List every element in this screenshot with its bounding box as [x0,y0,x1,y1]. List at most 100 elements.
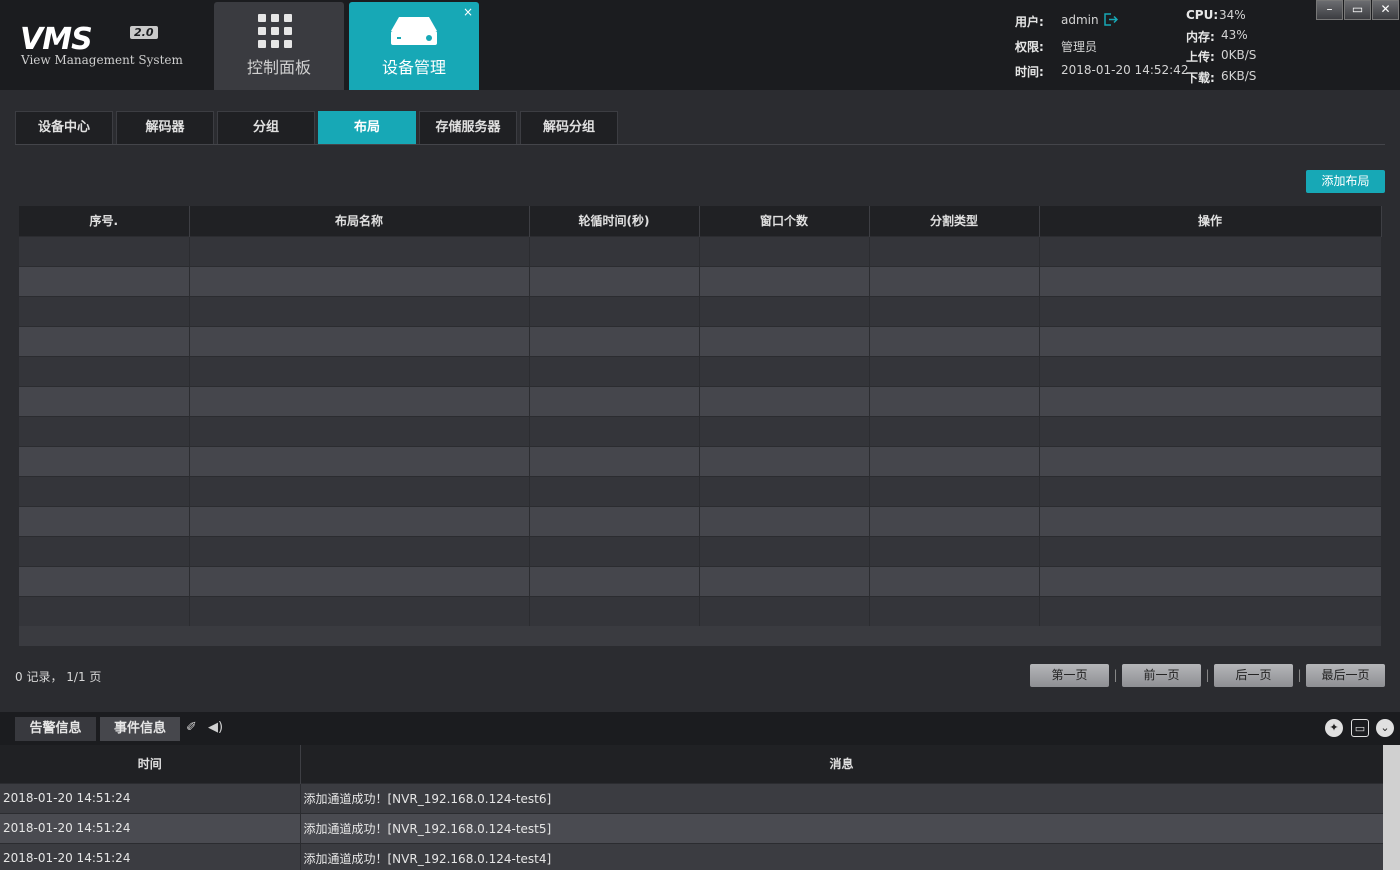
table-cell [1039,415,1382,446]
download-label: 下载: [1186,71,1215,85]
table-cell [1039,535,1382,566]
upload-label: 上传: [1186,50,1215,64]
table-cell [699,325,870,356]
col-header-actions[interactable]: 操作 [1039,206,1382,236]
subtab-decode-group[interactable]: 解码分组 [520,111,618,144]
subtab-layout[interactable]: 布局 [318,111,416,144]
log-scrollbar[interactable] [1383,745,1400,870]
table-cell [1039,265,1382,296]
table-cell [1039,385,1382,416]
table-cell [19,565,190,596]
speaker-icon[interactable]: ◀) [208,720,223,735]
table-cell [869,265,1040,296]
maximize-panel-icon[interactable]: ▭ [1351,719,1369,737]
table-cell [19,415,190,446]
col-header-index[interactable]: 序号. [19,206,190,236]
table-cell [869,595,1040,626]
table-cell [19,445,190,476]
col-header-split-type[interactable]: 分割类型 [869,206,1040,236]
table-row [19,475,1382,506]
tab-alarm-info[interactable]: 告警信息 [15,717,96,741]
table-cell [529,325,700,356]
role-value: 管理员 [1061,40,1098,54]
col-header-layout-name[interactable]: 布局名称 [189,206,530,236]
col-header-message[interactable]: 消息 [300,745,1384,783]
table-cell [1039,355,1382,386]
pin-icon[interactable]: ✦ [1325,719,1343,737]
subtab-storage-server[interactable]: 存储服务器 [419,111,517,144]
table-cell [189,445,530,476]
last-page-button[interactable]: 最后一页 [1306,664,1385,687]
memory-value: 43% [1221,28,1248,42]
table-cell [869,415,1040,446]
table-cell [1039,505,1382,536]
logout-icon[interactable] [1104,13,1118,26]
table-cell [529,535,700,566]
table-cell [699,415,870,446]
table-cell [699,385,870,416]
table-cell [19,235,190,266]
table-header-row: 序号. 布局名称 轮循时间(秒) 窗口个数 分割类型 操作 [19,206,1382,236]
first-page-button[interactable]: 第一页 [1030,664,1109,687]
table-cell [189,505,530,536]
subtab-decoder[interactable]: 解码器 [116,111,214,144]
table-cell [699,235,870,266]
table-row[interactable]: 2018-01-20 14:51:24 添加通道成功！[NVR_192.168.… [0,782,1384,813]
table-cell [19,265,190,296]
subtab-device-center[interactable]: 设备中心 [15,111,113,144]
tab-dashboard[interactable]: 控制面板 [214,2,344,90]
table-row [19,505,1382,536]
tab-close-icon[interactable]: × [463,5,473,19]
table-cell [529,595,700,626]
add-layout-button[interactable]: 添加布局 [1306,170,1385,193]
table-cell [869,325,1040,356]
table-cell [529,385,700,416]
table-cell [1039,565,1382,596]
table-row [19,355,1382,386]
next-page-button[interactable]: 后一页 [1214,664,1293,687]
clear-broom-icon[interactable]: ✐ [186,720,197,735]
restore-button[interactable]: ▭ [1344,0,1371,20]
collapse-icon[interactable]: ⌄ [1376,719,1394,737]
table-cell [699,445,870,476]
divider: | [1297,668,1302,682]
table-cell [699,295,870,326]
tab-event-info[interactable]: 事件信息 [100,717,180,741]
logo-subtitle: View Management System [21,53,183,67]
tab-device-management[interactable]: 设备管理 × [349,2,479,90]
table-cell [529,355,700,386]
tab-dashboard-label: 控制面板 [246,58,311,77]
table-cell [1039,295,1382,326]
subtab-group[interactable]: 分组 [217,111,315,144]
logo-version: 2.0 [130,26,158,39]
col-header-time[interactable]: 时间 [0,745,301,783]
table-cell [189,355,530,386]
table-cell [699,595,870,626]
divider [15,144,1385,145]
minimize-button[interactable]: – [1316,0,1343,20]
user-value: admin [1061,13,1099,27]
cpu-label: CPU: [1186,8,1219,22]
table-row [19,325,1382,356]
upload-value: 0KB/S [1221,48,1257,62]
table-cell [19,505,190,536]
time-label: 时间: [1015,65,1044,79]
log-time: 2018-01-20 14:51:24 [0,812,301,843]
table-cell [699,565,870,596]
table-cell [1039,595,1382,626]
table-cell [699,535,870,566]
table-cell [19,355,190,386]
close-button[interactable]: ✕ [1372,0,1399,20]
prev-page-button[interactable]: 前一页 [1122,664,1201,687]
col-header-window-count[interactable]: 窗口个数 [699,206,870,236]
table-row [19,565,1382,596]
col-header-poll-time[interactable]: 轮循时间(秒) [529,206,700,236]
window-controls: – ▭ ✕ [1315,0,1399,20]
table-row[interactable]: 2018-01-20 14:51:24 添加通道成功！[NVR_192.168.… [0,842,1384,870]
table-cell [529,265,700,296]
table-row[interactable]: 2018-01-20 14:51:24 添加通道成功！[NVR_192.168.… [0,812,1384,843]
table-cell [1039,475,1382,506]
logo-text: VMS [20,22,93,57]
log-message: 添加通道成功！[NVR_192.168.0.124-test6] [300,782,1384,813]
log-time: 2018-01-20 14:51:24 [0,842,301,870]
